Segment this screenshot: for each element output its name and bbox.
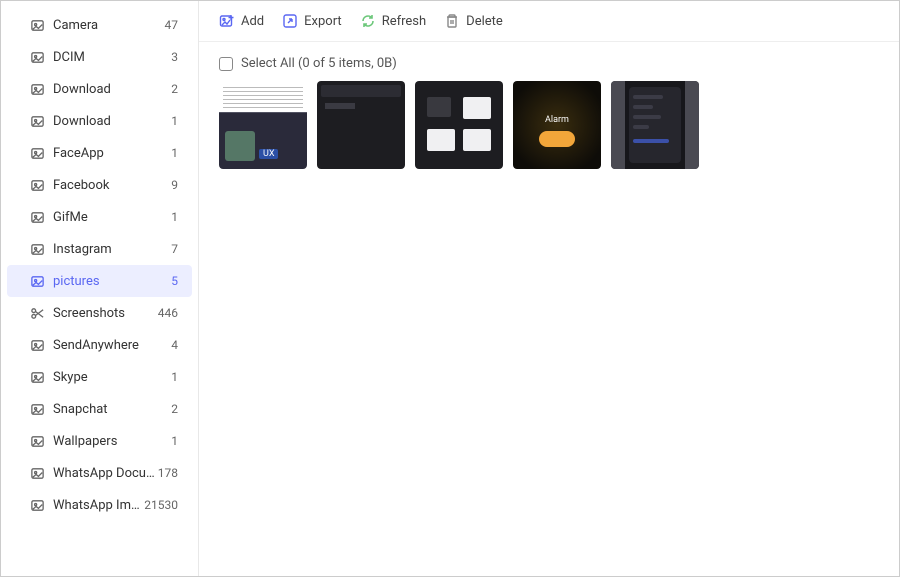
sidebar-item-count: 5 (171, 274, 178, 288)
export-icon (282, 13, 298, 29)
image-icon (29, 273, 45, 289)
image-icon (29, 401, 45, 417)
tool-label: Add (241, 14, 264, 29)
select-all-label: Select All (0 of 5 items, 0B) (241, 56, 397, 71)
add-button[interactable]: Add (219, 13, 264, 29)
sidebar-item-label: Snapchat (53, 402, 171, 417)
sidebar-item-count: 47 (165, 18, 179, 32)
sidebar-item-count: 1 (171, 370, 178, 384)
sidebar-item-screenshots[interactable]: Screenshots446 (7, 297, 192, 329)
sidebar-item-label: Skype (53, 370, 171, 385)
sidebar-item-dcim[interactable]: DCIM3 (7, 41, 192, 73)
trash-icon (444, 13, 460, 29)
scissors-icon (29, 305, 45, 321)
sidebar-item-wallpapers[interactable]: Wallpapers1 (7, 425, 192, 457)
sidebar-item-skype[interactable]: Skype1 (7, 361, 192, 393)
image-icon (29, 177, 45, 193)
thumbnail-item[interactable]: Alarm (513, 81, 601, 169)
image-icon (29, 465, 45, 481)
thumbnail-item[interactable] (415, 81, 503, 169)
thumbnail-item[interactable] (317, 81, 405, 169)
sidebar-item-label: Download (53, 114, 171, 129)
image-icon (29, 337, 45, 353)
sidebar-item-count: 1 (171, 434, 178, 448)
tool-label: Delete (466, 14, 503, 29)
sidebar-item-facebook[interactable]: Facebook9 (7, 169, 192, 201)
delete-button[interactable]: Delete (444, 13, 503, 29)
thumbnail-grid: UX Alarm (199, 81, 899, 169)
image-icon (29, 113, 45, 129)
sidebar-item-label: Camera (53, 18, 165, 33)
sidebar-item-count: 7 (171, 242, 178, 256)
sidebar-item-label: Facebook (53, 178, 171, 193)
sidebar-item-count: 1 (171, 114, 178, 128)
sidebar-item-label: Download (53, 82, 171, 97)
sidebar-item-count: 2 (171, 402, 178, 416)
sidebar-item-label: FaceApp (53, 146, 171, 161)
sidebar-item-snapchat[interactable]: Snapchat2 (7, 393, 192, 425)
image-icon (29, 209, 45, 225)
select-all-checkbox[interactable] (219, 57, 233, 71)
export-button[interactable]: Export (282, 13, 342, 29)
sidebar-item-count: 4 (171, 338, 178, 352)
image-icon (29, 433, 45, 449)
sidebar-item-faceapp[interactable]: FaceApp1 (7, 137, 192, 169)
sidebar-item-count: 21530 (144, 498, 178, 512)
thumbnail-item[interactable] (611, 81, 699, 169)
sidebar-item-count: 1 (171, 146, 178, 160)
sidebar-item-label: WhatsApp Documents (53, 466, 158, 481)
sidebar-item-count: 2 (171, 82, 178, 96)
sidebar-item-label: GifMe (53, 210, 171, 225)
thumbnail-caption: Alarm (513, 115, 601, 125)
sidebar-item-count: 178 (158, 466, 178, 480)
sidebar-item-label: Screenshots (53, 306, 158, 321)
image-icon (29, 145, 45, 161)
sidebar-item-label: WhatsApp Images (53, 498, 144, 513)
sidebar-item-label: DCIM (53, 50, 171, 65)
image-icon (29, 49, 45, 65)
sidebar-item-count: 1 (171, 210, 178, 224)
tool-label: Export (304, 14, 342, 29)
sidebar-item-instagram[interactable]: Instagram7 (7, 233, 192, 265)
sidebar-item-whatsapp-documents[interactable]: WhatsApp Documents178 (7, 457, 192, 489)
sidebar-item-download[interactable]: Download1 (7, 105, 192, 137)
thumbnail-item[interactable]: UX (219, 81, 307, 169)
sidebar-item-label: Wallpapers (53, 434, 171, 449)
image-icon (29, 497, 45, 513)
refresh-icon (360, 13, 376, 29)
sidebar-item-label: Instagram (53, 242, 171, 257)
image-icon (29, 369, 45, 385)
add-image-icon (219, 13, 235, 29)
sidebar-item-download[interactable]: Download2 (7, 73, 192, 105)
sidebar-item-camera[interactable]: Camera47 (7, 9, 192, 41)
sidebar-item-label: SendAnywhere (53, 338, 171, 353)
image-icon (29, 81, 45, 97)
sidebar-item-count: 3 (171, 50, 178, 64)
sidebar-item-gifme[interactable]: GifMe1 (7, 201, 192, 233)
sidebar-item-sendanywhere[interactable]: SendAnywhere4 (7, 329, 192, 361)
sidebar-item-pictures[interactable]: pictures5 (7, 265, 192, 297)
sidebar-item-label: pictures (53, 274, 171, 289)
image-icon (29, 17, 45, 33)
sidebar-item-count: 446 (158, 306, 178, 320)
image-icon (29, 241, 45, 257)
toolbar: Add Export Refresh (199, 1, 899, 42)
sidebar-item-whatsapp-images[interactable]: WhatsApp Images21530 (7, 489, 192, 521)
sidebar-item-count: 9 (171, 178, 178, 192)
tool-label: Refresh (382, 14, 426, 29)
sidebar: Camera47DCIM3Download2Download1FaceApp1F… (1, 1, 199, 576)
main: Add Export Refresh (199, 1, 899, 576)
select-all-row: Select All (0 of 5 items, 0B) (199, 42, 899, 81)
refresh-button[interactable]: Refresh (360, 13, 426, 29)
